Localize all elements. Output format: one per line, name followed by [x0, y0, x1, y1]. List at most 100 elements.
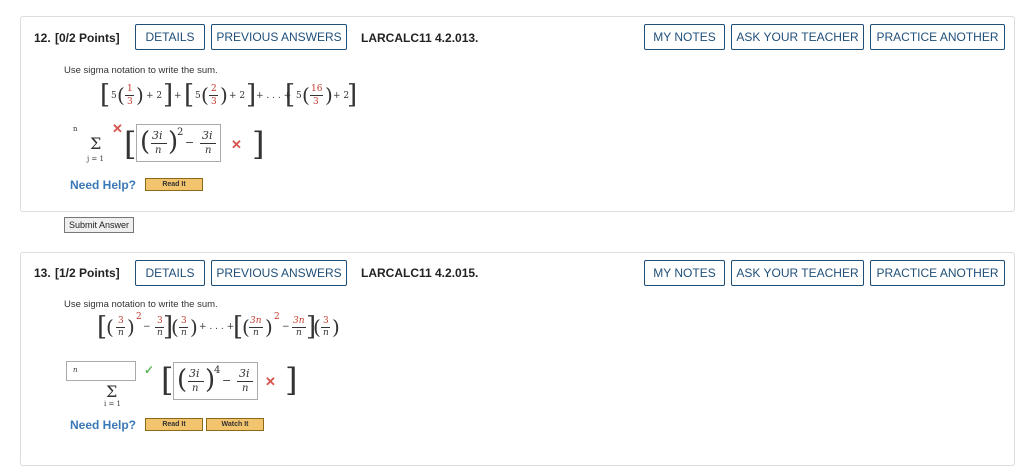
- a-num: 3: [118, 316, 124, 326]
- details-button[interactable]: DETAILS: [135, 260, 205, 286]
- question-prompt: Use sigma notation to write the sum.: [64, 65, 218, 76]
- ellipsis: + . . . +: [199, 322, 235, 332]
- answer-den2: n: [242, 383, 249, 394]
- answer-den1: n: [192, 383, 199, 394]
- check-icon: ✓: [144, 363, 155, 377]
- read-it-button[interactable]: Read It: [145, 418, 203, 431]
- answer-den1: n: [155, 145, 162, 156]
- need-help-label: Need Help?: [70, 418, 137, 432]
- answer-input[interactable]: ( 3i n ) 2 − 3i n: [136, 124, 221, 162]
- bracket-right: ]: [163, 80, 174, 110]
- answer-minus: −: [185, 136, 195, 149]
- ask-teacher-button[interactable]: ASK YOUR TEACHER: [731, 24, 864, 50]
- paren-right: ): [220, 83, 228, 107]
- e-num: 3n: [293, 316, 305, 326]
- assignment-code: LARCALC11 4.2.013.: [361, 31, 479, 45]
- termn-num: 16: [311, 84, 323, 94]
- answer-minus: −: [222, 374, 232, 387]
- term1-coef: 5: [111, 91, 117, 101]
- paren-left: (: [171, 315, 179, 339]
- term2-den: 3: [211, 97, 217, 107]
- bracket-right: ]: [347, 80, 358, 110]
- details-button[interactable]: DETAILS: [135, 24, 205, 50]
- answer-num1: 3i: [152, 129, 163, 142]
- termn-den: 3: [313, 97, 319, 107]
- fraction-bar: [209, 95, 218, 96]
- answer-num2: 3i: [202, 129, 213, 142]
- term2-num: 2: [211, 84, 217, 94]
- term2-coef: 5: [195, 91, 201, 101]
- term1-den: 3: [127, 97, 133, 107]
- c-num: 3: [181, 316, 187, 326]
- e-den: n: [296, 328, 302, 338]
- fraction-bar: [188, 381, 204, 382]
- ask-teacher-button[interactable]: ASK YOUR TEACHER: [731, 260, 864, 286]
- practice-another-button[interactable]: PRACTICE ANOTHER: [870, 260, 1005, 286]
- paren-right: ): [190, 315, 198, 339]
- fraction-bar: [200, 143, 216, 144]
- answer-input[interactable]: ( 3i n ) 4 − 3i n: [173, 362, 258, 400]
- question-prompt: Use sigma notation to write the sum.: [64, 299, 218, 310]
- bracket-left: [: [100, 80, 111, 110]
- sigma-upper-value: n: [73, 366, 78, 374]
- sigma-upper-value: n: [73, 125, 78, 133]
- answer-exponent: 2: [177, 127, 184, 138]
- term1-num: 1: [127, 84, 133, 94]
- question-12-number: 12.: [34, 31, 51, 45]
- paren-left: (: [117, 83, 125, 107]
- bracket-left: [: [285, 80, 296, 110]
- b-num: 3: [157, 316, 163, 326]
- exp-2: 2: [274, 312, 280, 322]
- fraction-bar: [237, 381, 253, 382]
- paren-right: ): [325, 83, 333, 107]
- bracket-right: ]: [252, 125, 265, 163]
- sigma-upper-input[interactable]: n: [66, 361, 136, 381]
- x-mark-icon: ✕: [112, 121, 123, 136]
- paren-right: ): [136, 83, 144, 107]
- plus-sign: +: [174, 91, 182, 101]
- paren-left: (: [302, 83, 310, 107]
- paren-right: ): [332, 315, 340, 339]
- watch-it-button[interactable]: Watch It: [206, 418, 264, 431]
- bracket-right: ]: [285, 361, 298, 399]
- answer-exponent: 4: [214, 365, 221, 376]
- d-den: n: [253, 328, 259, 338]
- my-notes-button[interactable]: MY NOTES: [644, 24, 725, 50]
- paren-left: (: [177, 365, 188, 395]
- submit-answer-button[interactable]: Submit Answer: [64, 217, 134, 233]
- paren-left: (: [106, 315, 114, 339]
- question-12-points: [0/2 Points]: [55, 31, 120, 45]
- sigma-lower-value: i = 1: [104, 400, 122, 408]
- answer-den2: n: [205, 145, 212, 156]
- fraction-bar: [125, 95, 134, 96]
- f-num: 3: [323, 316, 329, 326]
- my-notes-button[interactable]: MY NOTES: [644, 260, 725, 286]
- sigma-symbol: Σ: [90, 134, 102, 153]
- termn-coef: 5: [296, 91, 302, 101]
- previous-answers-button[interactable]: PREVIOUS ANSWERS: [211, 24, 347, 50]
- bracket-left: [: [124, 125, 137, 163]
- minus: −: [282, 322, 290, 332]
- x-mark-icon: ✕: [231, 137, 242, 152]
- paren-left: (: [313, 315, 321, 339]
- a-den: n: [118, 328, 124, 338]
- need-help-label: Need Help?: [70, 178, 137, 192]
- paren-left: (: [201, 83, 209, 107]
- previous-answers-button[interactable]: PREVIOUS ANSWERS: [211, 260, 347, 286]
- minus: −: [143, 322, 151, 332]
- d-num: 3n: [250, 316, 262, 326]
- x-mark-icon: ✕: [265, 374, 276, 389]
- bracket-left: [: [184, 80, 195, 110]
- term2-plus2: + 2: [229, 91, 246, 101]
- read-it-button[interactable]: Read It: [145, 178, 203, 191]
- fraction-bar: [310, 95, 323, 96]
- paren-right: ): [127, 315, 135, 339]
- question-13-points: [1/2 Points]: [55, 266, 120, 280]
- paren-left: (: [140, 127, 151, 157]
- bracket-right: ]: [246, 80, 257, 110]
- practice-another-button[interactable]: PRACTICE ANOTHER: [870, 24, 1005, 50]
- sigma-lower-value: j = 1: [87, 155, 104, 163]
- question-13-number: 13.: [34, 266, 51, 280]
- f-den: n: [323, 328, 329, 338]
- exp-2: 2: [136, 312, 142, 322]
